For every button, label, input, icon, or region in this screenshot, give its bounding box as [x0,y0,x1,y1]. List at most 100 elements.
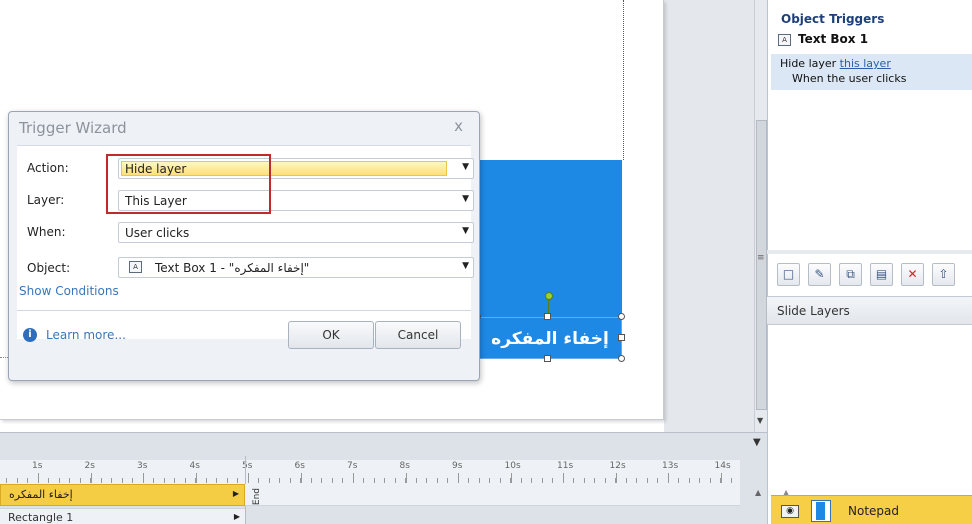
timeline-minor-tick [667,478,669,483]
move-up-icon[interactable]: ⇧ [932,263,955,286]
timeline-minor-tick [321,478,322,483]
timeline-minor-tick [657,478,658,483]
timeline-minor-tick [69,478,70,483]
timeline-tick-label: 12s [609,461,626,471]
timeline-minor-tick [289,478,291,483]
triggers-panel-title: Object Triggers [781,12,885,26]
timeline-minor-tick [720,478,721,483]
trigger-action[interactable]: Hide layer this layer [780,57,891,70]
info-icon: i [23,328,37,342]
when-value: User clicks [125,226,190,240]
timeline-minor-tick [478,478,480,483]
timeline-tick-label: 14s [714,461,731,471]
canvas-scrollbar[interactable]: ≡ ▼ [754,0,767,432]
timeline-minor-tick [174,478,175,483]
timeline-minor-tick [405,478,406,483]
trigger-action-text: Hide layer [780,57,837,70]
timeline-minor-tick [583,478,585,483]
timeline-track[interactable] [245,484,740,506]
edit-trigger-icon[interactable]: ✎ [808,263,831,286]
resize-handle-b[interactable] [544,355,551,362]
timeline-tick-label: 9s [452,461,463,471]
panel-divider[interactable] [767,250,972,254]
rotation-handle[interactable] [545,292,553,300]
scroll-up-icon[interactable]: ▲ [755,488,761,497]
timeline-minor-tick [258,478,259,483]
chevron-down-icon: ▼ [462,162,469,172]
timeline-minor-tick [615,478,616,483]
timeline-minor-tick [688,478,690,483]
paste-trigger-icon[interactable]: ▤ [870,263,893,286]
scroll-down-icon[interactable]: ▼ [757,416,763,425]
slide-layers-title: Slide Layers [777,304,850,318]
timeline-minor-tick [79,478,81,483]
ok-button[interactable]: OK [288,321,374,349]
eye-icon[interactable]: ◉ [781,505,799,518]
resize-handle-tr[interactable] [618,313,625,320]
text-box-icon: A [778,34,791,46]
chevron-right-icon: ▶ [233,512,240,521]
timeline-minor-tick [237,478,238,483]
timeline-row-label: إخفاء المفكره [9,488,73,501]
cancel-button[interactable]: Cancel [375,321,461,349]
timeline-minor-tick [594,478,595,483]
close-icon[interactable]: x [454,117,463,135]
trigger-layer-link[interactable]: this layer [840,57,891,70]
timeline-tick-label: 2s [84,461,95,471]
scrollbar-thumb[interactable] [756,120,767,410]
timeline-tick-label: 5s [242,461,253,471]
layer-label[interactable]: Notepad [848,504,899,518]
show-conditions-link[interactable]: Show Conditions [19,284,119,298]
timeline-minor-tick [426,478,427,483]
timeline-end-marker[interactable]: End [252,488,262,505]
timeline-minor-tick [510,478,511,483]
timeline-minor-tick [457,478,459,483]
timeline-tick-label: 6s [294,461,305,471]
trigger-wizard-dialog: Trigger Wizard x Action: Hide layer ▼ La… [8,111,480,381]
timeline-minor-tick [436,478,438,483]
timeline-minor-tick [489,478,490,483]
timeline-minor-tick [342,478,343,483]
timeline-tick-label: 8s [399,461,410,471]
new-trigger-icon[interactable]: □ [777,263,800,286]
timeline-row-rectangle[interactable]: Rectangle 1 ▶ [0,508,245,524]
timeline-minor-tick [373,478,375,483]
action-select[interactable]: Hide layer ▼ [118,158,474,179]
when-select[interactable]: User clicks ▼ [118,222,474,243]
timeline-row-label: Rectangle 1 [8,511,74,524]
timeline-minor-tick [520,478,522,483]
copy-trigger-icon[interactable]: ⧉ [839,263,862,286]
delete-trigger-icon[interactable]: ✕ [901,263,924,286]
timeline-tick-label: 4s [189,461,200,471]
collapse-icon[interactable]: ▼ [753,437,761,448]
layer-thumbnail [811,500,831,522]
trigger-object-label[interactable]: Text Box 1 [798,32,868,46]
timeline-minor-tick [279,478,280,483]
timeline-minor-tick [499,478,501,483]
timeline-minor-tick [90,478,91,483]
resize-handle-br[interactable] [618,355,625,362]
timeline-minor-tick [216,478,217,483]
timeline-minor-tick [16,478,18,483]
timeline-minor-tick [300,478,301,483]
resize-handle-r[interactable] [618,334,625,341]
text-box-icon: A [129,261,142,273]
action-value: Hide layer [125,162,187,176]
chevron-down-icon: ▼ [462,194,469,204]
object-label: Object: [27,261,71,275]
text-box-1[interactable]: إخفاء المفكره [478,317,622,359]
timeline-minor-tick [636,478,637,483]
learn-more-link[interactable]: Learn more... [46,328,126,342]
timeline-minor-tick [573,478,574,483]
timeline-tick-label: 13s [662,461,679,471]
timeline-minor-tick [184,478,186,483]
timeline-minor-tick [384,478,385,483]
timeline-minor-tick [37,478,39,483]
chevron-down-icon: ▼ [462,226,469,236]
object-select[interactable]: A Text Box 1 - "إخفاء المفكره" ▼ [118,257,474,278]
timeline-minor-tick [153,478,154,483]
timeline-minor-tick [163,478,165,483]
resize-handle-t[interactable] [544,313,551,320]
timeline-minor-tick [310,478,312,483]
timeline-row-text-box[interactable]: إخفاء المفكره ▶ [0,484,245,506]
